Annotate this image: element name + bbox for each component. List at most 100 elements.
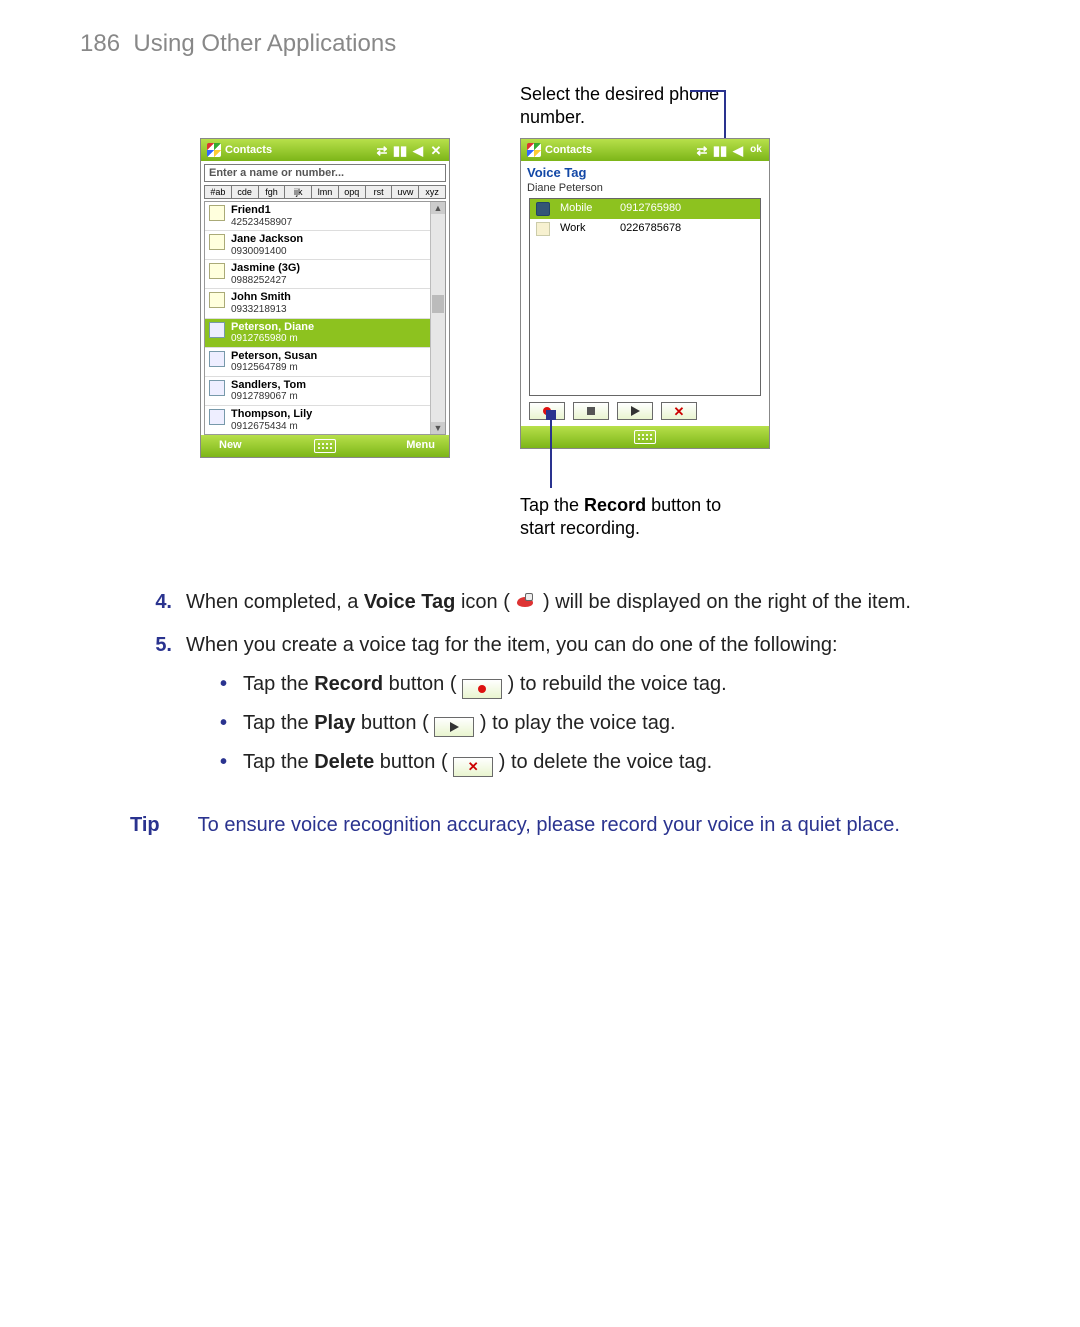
bullet-icon: • (220, 709, 227, 738)
keyboard-icon[interactable] (314, 439, 336, 453)
softkey-bar (521, 426, 769, 448)
alpha-tab[interactable]: cde (231, 185, 258, 199)
play-button[interactable] (617, 402, 653, 420)
contact-icon (209, 234, 225, 250)
titlebar-title: Contacts (225, 144, 371, 156)
close-icon[interactable]: ✕ (429, 143, 443, 157)
work-icon (536, 222, 550, 236)
contact-name: Jasmine (3G) (231, 262, 300, 275)
titlebar: Contacts ⇄ ▮▮ ◀ ok (521, 139, 769, 161)
contact-detail: 0912564789 m (231, 362, 317, 374)
contact-detail: 42523458907 (231, 217, 292, 229)
contact-name: Friend1 (231, 204, 292, 217)
tip: Tip To ensure voice recognition accuracy… (130, 811, 1000, 840)
alpha-tab[interactable]: #ab (204, 185, 231, 199)
voice-tag-person: Diane Peterson (527, 182, 763, 194)
callout-record-button: Tap the Record button to start recording… (520, 494, 760, 539)
voice-tag-heading: Voice Tag (527, 165, 763, 180)
page-number: 186 (80, 30, 120, 57)
contact-icon (209, 351, 225, 367)
delete-icon: ✕ (468, 760, 479, 773)
play-icon (450, 722, 459, 732)
delete-button-inline: ✕ (453, 757, 493, 777)
speaker-icon: ◀ (411, 143, 425, 157)
sync-icon: ⇄ (695, 143, 709, 157)
number-kind: Work (560, 222, 610, 236)
number-value: 0226785678 (620, 222, 681, 236)
contact-row[interactable]: Jasmine (3G)0988252427 (205, 260, 430, 289)
contact-name: John Smith (231, 291, 291, 304)
search-input[interactable]: Enter a name or number... (204, 164, 446, 182)
softkey-new[interactable]: New (219, 439, 242, 451)
softkey-menu[interactable]: Menu (406, 439, 435, 451)
contact-row[interactable]: Peterson, Diane0912765980 m (205, 319, 430, 348)
contact-row[interactable]: Peterson, Susan0912564789 m (205, 348, 430, 377)
step-number: 4. (150, 588, 172, 617)
contact-icon (209, 205, 225, 221)
play-icon (631, 406, 640, 416)
sync-icon: ⇄ (375, 143, 389, 157)
stop-button[interactable] (573, 402, 609, 420)
stop-icon (587, 407, 595, 415)
scroll-thumb[interactable] (432, 295, 444, 313)
voice-tag-icon (515, 593, 537, 611)
alpha-tab[interactable]: ijk (284, 185, 311, 199)
contact-name: Peterson, Diane (231, 321, 314, 334)
contact-detail: 0912789067 m (231, 391, 306, 403)
contacts-list[interactable]: Friend142523458907Jane Jackson0930091400… (205, 202, 430, 434)
start-icon (527, 143, 541, 157)
softkey-bar: New Menu (201, 435, 449, 457)
bullet-record: • Tap the Record button ( ) to rebuild t… (220, 670, 1000, 699)
step-4: 4. When completed, a Voice Tag icon ( ) … (150, 588, 1000, 617)
contact-icon (209, 409, 225, 425)
contact-detail: 0912675434 m (231, 421, 312, 433)
contact-name: Peterson, Susan (231, 350, 317, 363)
scroll-up-icon[interactable]: ▲ (431, 202, 445, 214)
bullet-delete: • Tap the Delete button ( ✕ ) to delete … (220, 748, 1000, 777)
contact-name: Thompson, Lily (231, 408, 312, 421)
delete-button[interactable]: ✕ (661, 402, 697, 420)
screenshot-voice-tag: Contacts ⇄ ▮▮ ◀ ok Voice Tag Diane Peter… (520, 138, 770, 449)
alpha-tab[interactable]: uvw (391, 185, 418, 199)
phone-number-row[interactable]: Mobile0912765980 (530, 199, 760, 219)
contact-name: Jane Jackson (231, 233, 303, 246)
contact-name: Sandlers, Tom (231, 379, 306, 392)
contact-row[interactable]: Thompson, Lily0912675434 m (205, 406, 430, 434)
contact-icon (209, 380, 225, 396)
alpha-tab[interactable]: fgh (258, 185, 285, 199)
step-5: 5. When you create a voice tag for the i… (150, 631, 1000, 787)
titlebar-title: Contacts (545, 144, 691, 156)
number-value: 0912765980 (620, 202, 681, 216)
ok-button[interactable]: ok (749, 143, 763, 157)
play-button-inline (434, 717, 474, 737)
scrollbar[interactable]: ▲ ▼ (430, 202, 445, 434)
page-header: 186 Using Other Applications (80, 30, 1000, 58)
contact-row[interactable]: Sandlers, Tom0912789067 m (205, 377, 430, 406)
bullet-icon: • (220, 748, 227, 777)
record-icon (478, 685, 486, 693)
section-title: Using Other Applications (133, 30, 396, 57)
phone-number-list[interactable]: Mobile0912765980 Work 0226785678 (529, 198, 761, 396)
alpha-tab[interactable]: opq (338, 185, 365, 199)
contact-row[interactable]: Jane Jackson0930091400 (205, 231, 430, 260)
phone-number-row[interactable]: Work 0226785678 (530, 219, 760, 239)
record-button-inline (462, 679, 502, 699)
start-icon (207, 143, 221, 157)
keyboard-icon[interactable] (634, 430, 656, 444)
speaker-icon: ◀ (731, 143, 745, 157)
contact-row[interactable]: John Smith0933218913 (205, 289, 430, 318)
callout-line (550, 414, 552, 488)
scroll-down-icon[interactable]: ▼ (431, 422, 445, 434)
alpha-tab[interactable]: lmn (311, 185, 338, 199)
signal-icon: ▮▮ (713, 143, 727, 157)
alpha-tab[interactable]: xyz (418, 185, 446, 199)
screenshot-contacts-list: Contacts ⇄ ▮▮ ◀ ✕ Enter a name or number… (200, 138, 450, 458)
contact-icon (209, 263, 225, 279)
delete-icon: ✕ (674, 405, 685, 418)
alpha-tab[interactable]: rst (365, 185, 392, 199)
tip-text: To ensure voice recognition accuracy, pl… (198, 811, 1000, 840)
contact-row[interactable]: Friend142523458907 (205, 202, 430, 231)
signal-icon: ▮▮ (393, 143, 407, 157)
voice-tag-button-bar: ✕ (529, 402, 761, 420)
alpha-tabs[interactable]: #abcdefghijklmnopqrstuvwxyz (204, 185, 446, 199)
